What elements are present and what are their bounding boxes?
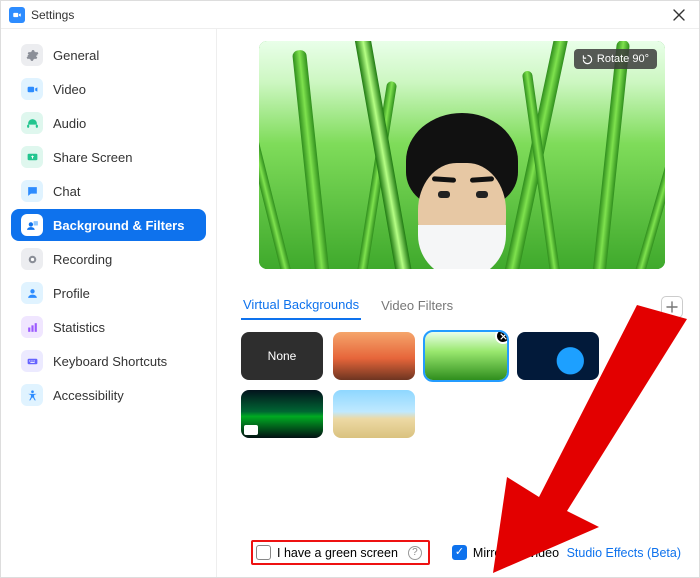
background-thumb-grass[interactable] bbox=[425, 332, 507, 380]
background-thumbnails: None bbox=[241, 332, 683, 438]
profile-icon bbox=[21, 282, 43, 304]
statistics-icon bbox=[21, 316, 43, 338]
sidebar-label: Audio bbox=[53, 116, 86, 131]
video-badge-icon bbox=[244, 425, 258, 435]
window-body: General Video Audio Share Screen bbox=[1, 29, 699, 577]
recording-icon bbox=[21, 248, 43, 270]
mirror-video-checkbox[interactable]: Mirror my video bbox=[452, 545, 559, 560]
background-thumb-none[interactable]: None bbox=[241, 332, 323, 380]
sidebar-label: Chat bbox=[53, 184, 80, 199]
headphones-icon bbox=[21, 112, 43, 134]
window-title: Settings bbox=[31, 8, 74, 22]
close-icon bbox=[673, 9, 685, 21]
sidebar-item-profile[interactable]: Profile bbox=[11, 277, 206, 309]
tab-virtual-backgrounds[interactable]: Virtual Backgrounds bbox=[241, 293, 361, 320]
background-thumb-bridge[interactable] bbox=[333, 332, 415, 380]
main-panel: Rotate 90° Virtual Backgrounds Video Fil… bbox=[217, 29, 699, 577]
options-row: I have a green screen ? Mirror my video … bbox=[241, 534, 683, 567]
sidebar-item-general[interactable]: General bbox=[11, 39, 206, 71]
sidebar-item-recording[interactable]: Recording bbox=[11, 243, 206, 275]
sidebar-label: Profile bbox=[53, 286, 90, 301]
background-filters-icon bbox=[21, 214, 43, 236]
sidebar-label: Statistics bbox=[53, 320, 105, 335]
zoom-app-icon bbox=[9, 7, 25, 23]
sidebar-item-accessibility[interactable]: Accessibility bbox=[11, 379, 206, 411]
gear-icon bbox=[21, 44, 43, 66]
background-thumb-aurora[interactable] bbox=[241, 390, 323, 438]
sidebar-label: General bbox=[53, 48, 99, 63]
sidebar-label: Background & Filters bbox=[53, 218, 184, 233]
sidebar-item-keyboard-shortcuts[interactable]: Keyboard Shortcuts bbox=[11, 345, 206, 377]
thumb-none-label: None bbox=[268, 349, 297, 363]
titlebar: Settings bbox=[1, 1, 699, 29]
sidebar-label: Accessibility bbox=[53, 388, 124, 403]
sidebar-label: Video bbox=[53, 82, 86, 97]
close-button[interactable] bbox=[667, 3, 691, 27]
sidebar-item-chat[interactable]: Chat bbox=[11, 175, 206, 207]
sidebar-item-statistics[interactable]: Statistics bbox=[11, 311, 206, 343]
rotate-label: Rotate 90° bbox=[597, 53, 649, 65]
tabs: Virtual Backgrounds Video Filters bbox=[241, 293, 683, 320]
settings-window: Settings General Video bbox=[0, 0, 700, 578]
rotate-90-button[interactable]: Rotate 90° bbox=[574, 49, 657, 69]
accessibility-icon bbox=[21, 384, 43, 406]
video-preview: Rotate 90° bbox=[259, 41, 665, 269]
rotate-icon bbox=[582, 54, 593, 65]
studio-effects-link[interactable]: Studio Effects (Beta) bbox=[567, 546, 683, 560]
settings-sidebar: General Video Audio Share Screen bbox=[1, 29, 217, 577]
share-screen-icon bbox=[21, 146, 43, 168]
sidebar-item-background-filters[interactable]: Background & Filters bbox=[11, 209, 206, 241]
sidebar-label: Recording bbox=[53, 252, 112, 267]
checkbox-icon bbox=[256, 545, 271, 560]
sidebar-item-audio[interactable]: Audio bbox=[11, 107, 206, 139]
close-icon bbox=[500, 333, 507, 340]
preview-background bbox=[259, 41, 665, 269]
annotation-highlight: I have a green screen ? bbox=[251, 540, 430, 565]
sidebar-item-video[interactable]: Video bbox=[11, 73, 206, 105]
background-thumb-earth[interactable] bbox=[517, 332, 599, 380]
help-icon[interactable]: ? bbox=[408, 546, 422, 560]
tab-video-filters[interactable]: Video Filters bbox=[379, 294, 455, 319]
green-screen-checkbox[interactable]: I have a green screen ? bbox=[256, 545, 422, 560]
mirror-video-label: Mirror my video bbox=[473, 546, 559, 560]
sidebar-label: Keyboard Shortcuts bbox=[53, 354, 167, 369]
plus-icon bbox=[666, 301, 678, 313]
background-thumb-beach[interactable] bbox=[333, 390, 415, 438]
remove-background-button[interactable] bbox=[495, 332, 507, 344]
green-screen-label: I have a green screen bbox=[277, 546, 398, 560]
video-icon bbox=[21, 78, 43, 100]
keyboard-icon bbox=[21, 350, 43, 372]
checkbox-icon bbox=[452, 545, 467, 560]
sidebar-item-share-screen[interactable]: Share Screen bbox=[11, 141, 206, 173]
chat-icon bbox=[21, 180, 43, 202]
add-background-button[interactable] bbox=[661, 296, 683, 318]
sidebar-label: Share Screen bbox=[53, 150, 133, 165]
